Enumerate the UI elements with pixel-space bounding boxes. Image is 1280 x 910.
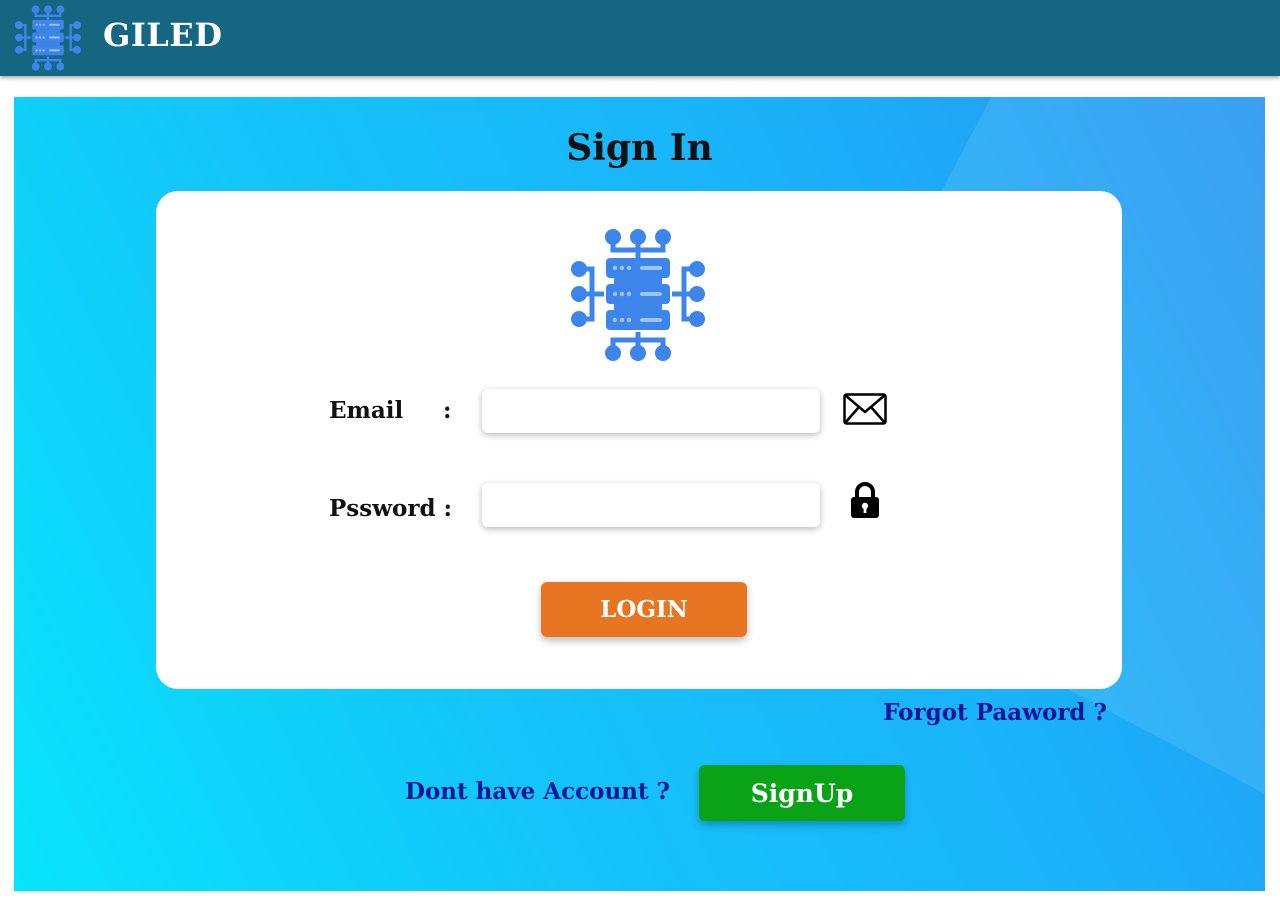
login-button[interactable]: LOGIN	[541, 582, 747, 637]
signin-panel: Sign In Email: Pssword: LOGIN Forgot P…	[14, 97, 1265, 891]
envelope-icon	[843, 393, 887, 425]
email-colon: :	[443, 397, 452, 424]
signin-card: Email : Pssword : LOGIN	[156, 191, 1122, 689]
password-label: Pssword :	[329, 495, 453, 522]
server-network-icon	[571, 229, 705, 361]
signup-button[interactable]: SignUp	[699, 765, 905, 821]
lock-icon	[851, 482, 879, 518]
server-network-icon	[15, 5, 81, 71]
forgot-password-link[interactable]: Forgot Paaword ?	[883, 699, 1107, 726]
email-field[interactable]	[482, 389, 820, 433]
app-header: GILED	[0, 0, 1280, 76]
signin-title: Sign In	[566, 127, 713, 169]
no-account-text: Dont have Account ?	[405, 778, 671, 805]
password-field[interactable]	[482, 483, 820, 527]
app-title: GILED	[103, 16, 223, 54]
email-label: Email	[329, 397, 404, 424]
